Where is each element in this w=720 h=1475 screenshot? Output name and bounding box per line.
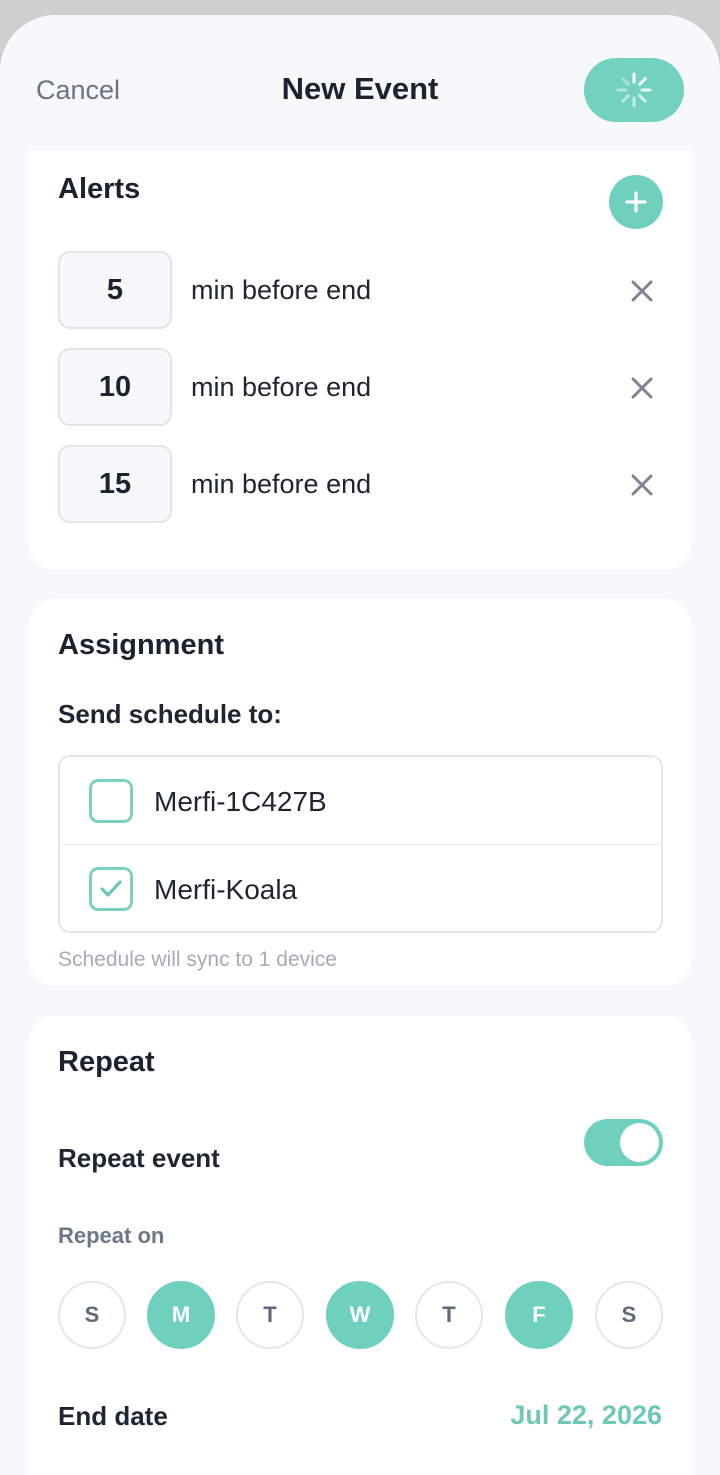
repeat-card: Repeat Repeat event Repeat on S M T W T …: [29, 1016, 691, 1475]
day-monday[interactable]: M: [147, 1281, 215, 1349]
alert-label: min before end: [191, 372, 372, 402]
device-name: Merfi-1C427B: [154, 786, 327, 817]
alert-row: 10 min before end: [58, 348, 663, 426]
add-alert-button[interactable]: [609, 175, 663, 229]
alert-minutes-input[interactable]: 5: [58, 251, 172, 329]
sync-status-text: Schedule will sync to 1 device: [58, 948, 337, 971]
day-friday[interactable]: F: [505, 1281, 573, 1349]
weekday-selector: S M T W T F S: [58, 1281, 663, 1349]
close-icon[interactable]: [629, 278, 655, 304]
loading-spinner-icon: [616, 72, 652, 108]
alert-row: 15 min before end: [58, 445, 663, 523]
close-icon[interactable]: [629, 472, 655, 498]
assignment-card: Assignment Send schedule to: Merfi-1C427…: [29, 599, 691, 986]
device-list: Merfi-1C427B Merfi-Koala: [58, 755, 663, 933]
alert-minutes-input[interactable]: 10: [58, 348, 172, 426]
assignment-title: Assignment: [58, 629, 224, 661]
day-sunday[interactable]: S: [58, 1281, 126, 1349]
device-name: Merfi-Koala: [154, 874, 298, 905]
alerts-card: Alerts 5 min before end 10 min before en…: [29, 145, 691, 570]
repeat-on-label: Repeat on: [58, 1223, 165, 1248]
plus-icon: [625, 191, 647, 213]
day-wednesday[interactable]: W: [326, 1281, 394, 1349]
send-schedule-label: Send schedule to:: [58, 699, 282, 729]
new-event-sheet: Alerts 5 min before end 10 min before en…: [0, 15, 720, 1475]
alert-row: 5 min before end: [58, 251, 663, 329]
repeat-event-toggle[interactable]: [584, 1119, 663, 1166]
end-date-value[interactable]: Jul 22, 2026: [510, 1400, 662, 1431]
day-thursday[interactable]: T: [415, 1281, 483, 1349]
checkmark-icon: [100, 880, 122, 897]
repeat-event-label: Repeat event: [58, 1143, 220, 1173]
day-tuesday[interactable]: T: [236, 1281, 304, 1349]
alert-minutes-input[interactable]: 15: [58, 445, 172, 523]
day-saturday[interactable]: S: [595, 1281, 663, 1349]
device-option-1c427b[interactable]: Merfi-1C427B: [60, 757, 661, 844]
toggle-knob: [620, 1123, 659, 1162]
end-date-label: End date: [58, 1401, 168, 1431]
alerts-title: Alerts: [58, 173, 141, 205]
device-checkbox[interactable]: [89, 867, 133, 911]
alert-label: min before end: [191, 469, 372, 499]
save-button[interactable]: [584, 58, 684, 122]
device-checkbox[interactable]: [89, 779, 133, 823]
close-icon[interactable]: [629, 375, 655, 401]
repeat-title: Repeat: [58, 1046, 155, 1078]
nav-header: Cancel New Event: [0, 15, 720, 150]
device-option-koala[interactable]: Merfi-Koala: [60, 844, 661, 931]
alert-label: min before end: [191, 275, 372, 305]
